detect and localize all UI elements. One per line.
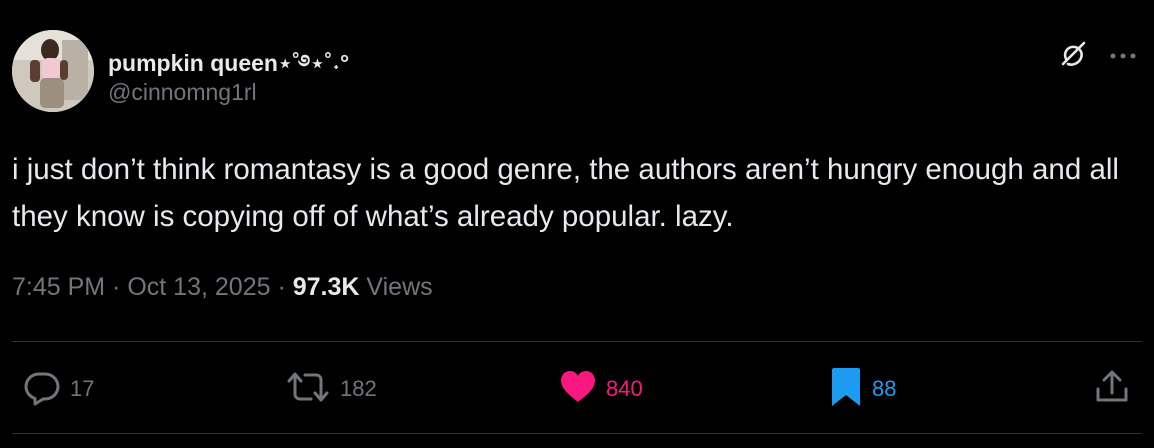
author-handle[interactable]: @cinnomng1rl [108,79,257,106]
share-icon [1092,367,1132,412]
heart-icon [558,367,598,412]
avatar[interactable] [12,30,94,112]
bookmark-count: 88 [872,376,897,401]
reply-button[interactable]: 17 [22,368,94,410]
divider [12,341,1142,342]
tweet-time[interactable]: 7:45 PM [12,273,105,301]
meta-separator: · [277,273,286,301]
repost-count: 182 [340,376,377,401]
views-count[interactable]: 97.3K [293,273,360,301]
reply-count: 17 [70,376,95,401]
bookmark-icon [828,366,864,413]
meta-separator: · [112,273,121,301]
more-icon[interactable] [1108,46,1138,66]
bookmark-button[interactable]: 88 [828,366,897,413]
like-count: 840 [606,376,643,401]
tweet-date[interactable]: Oct 13, 2025 [127,273,270,301]
reply-icon [22,367,62,412]
divider [12,433,1142,434]
share-button[interactable] [1092,368,1132,410]
repost-icon [284,367,332,412]
repost-button[interactable]: 182 [284,368,377,410]
tweet: pumpkin queen⋆˚࿔⋆˚˖° @cinnomng1rl i just… [0,0,1154,448]
grok-icon[interactable] [1054,38,1090,74]
tweet-text: i just don’t think romantasy is a good g… [12,153,1119,233]
tweet-meta: 7:45 PM · Oct 13, 2025 · 97.3K Views [12,273,433,302]
like-button[interactable]: 840 [558,368,643,410]
views-label: Views [366,273,433,301]
